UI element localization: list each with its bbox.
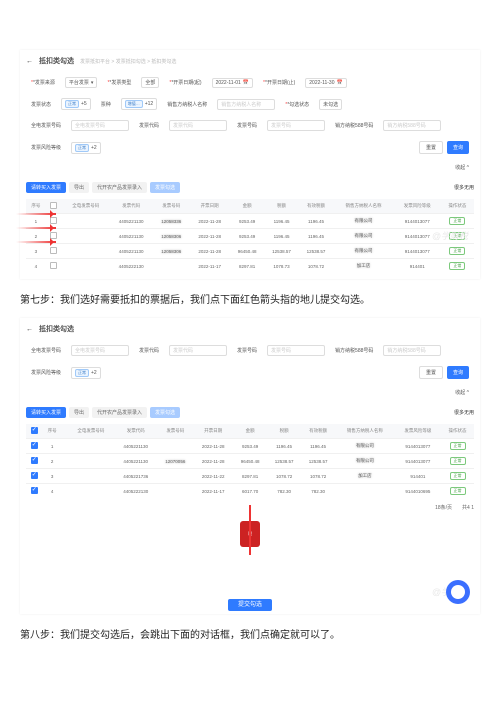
red-arrow-icon [16, 227, 56, 229]
table-row[interactable]: 2 4405221130120700562022-11-2896450.4812… [26, 454, 474, 469]
right-link[interactable]: 很多无用 [454, 184, 474, 191]
back-icon[interactable]: ← [26, 58, 33, 65]
table-row[interactable]: 2 4405221130120583062022-11-289253.49119… [26, 229, 474, 244]
table-row[interactable]: 1 44052211302022-11-289253.491196.451196… [26, 439, 474, 454]
back-icon[interactable]: ← [26, 326, 33, 333]
step7-caption: 第七步：我们选好需要抵扣的票据后，我们点下面红色箭头指的地儿提交勾选。 [20, 291, 480, 306]
tab-import[interactable]: 请转买入发票 [26, 182, 66, 193]
date-start[interactable]: 2022-11-01 📅 [212, 78, 253, 88]
section-title: 抵扣类勾选 [39, 56, 74, 66]
table-row[interactable]: 1 4405221130120583362022-11-289253.49119… [26, 214, 474, 229]
collapse-link[interactable]: 收起 ^ [455, 164, 469, 171]
risk-select[interactable]: 正常+2 [71, 142, 101, 154]
row-checkbox[interactable] [31, 472, 38, 479]
mascot-icon [446, 580, 470, 604]
row-checkbox[interactable] [31, 442, 38, 449]
search-button[interactable]: 查询 [447, 366, 469, 379]
search-button[interactable]: 查询 [447, 141, 469, 154]
reset-button[interactable]: 重置 [419, 141, 443, 154]
table-row[interactable]: 4 44052221302022-11-178297.811078.731078… [26, 259, 474, 274]
row-checkbox[interactable] [50, 247, 57, 254]
elno-input[interactable]: 全电发票号码 [71, 120, 129, 131]
page-size[interactable]: 18条/页 [435, 504, 452, 511]
status-select[interactable]: 正常+5 [61, 98, 91, 110]
invoice-table-checked: 序号 全电发票号码发票代码发票号码开票日期 金额税额有效税额销售方纳税人名称发票… [26, 424, 474, 498]
submit-button[interactable]: 提交勾选 [228, 599, 272, 611]
section-title: 抵扣类勾选 [39, 324, 74, 334]
row-checkbox[interactable] [50, 262, 57, 269]
pager[interactable]: 共4 1 [462, 504, 474, 511]
invoice-table: 序号 全电发票号码发票代码发票号码开票日期 金额税额有效税额销售方纳税人名称发票… [26, 199, 474, 273]
id-input[interactable]: 销方纳税588号码 [383, 120, 441, 131]
code-input[interactable]: 发票代码 [169, 120, 227, 131]
chk-select[interactable]: 未勾选 [319, 99, 342, 110]
step8-caption: 第八步：我们提交勾选后，会跳出下面的对话框，我们点确定就可以了。 [20, 626, 480, 641]
stamp-icon: 税 [240, 521, 260, 547]
checkbox-all[interactable] [50, 202, 57, 209]
checkbox-all[interactable] [31, 427, 38, 434]
tab-check[interactable]: 发票勾选 [150, 182, 180, 193]
watermark: @学财税 [432, 229, 468, 242]
tab-agri[interactable]: 代开农产品发票录入 [92, 407, 147, 418]
date-end[interactable]: 2022-11-30 📅 [305, 78, 346, 88]
table-row[interactable]: 3 4405221130120583062022-11-2896450.4812… [26, 244, 474, 259]
tab-check[interactable]: 发票勾选 [150, 407, 180, 418]
seller-input[interactable]: 销售方纳税人名称 [217, 99, 275, 110]
row-checkbox[interactable] [31, 457, 38, 464]
reset-button[interactable]: 重置 [419, 366, 443, 379]
from-select[interactable]: 平台发票 ▾ [65, 77, 98, 88]
num-input[interactable]: 发票号码 [267, 120, 325, 131]
red-arrow-icon [16, 241, 56, 243]
red-arrow-icon [16, 213, 56, 215]
kind-select[interactable]: 增值…+12 [121, 98, 157, 110]
tab-agri[interactable]: 代开农产品发票录入 [92, 182, 147, 193]
tab-export[interactable]: 导出 [69, 407, 89, 418]
tab-export[interactable]: 导出 [69, 182, 89, 193]
breadcrumb: 发票抵扣平台 > 发票抵扣勾选 > 抵扣类勾选 [80, 58, 176, 65]
table-row[interactable]: 3 44052217362022-11-228297.811078.721078… [26, 469, 474, 484]
type-select[interactable]: 全部 [141, 77, 159, 88]
table-row[interactable]: 4 44052221302022-11-176017.70782.30782.3… [26, 484, 474, 499]
row-checkbox[interactable] [31, 487, 38, 494]
row-checkbox[interactable] [50, 217, 57, 224]
tab-import[interactable]: 请转买入发票 [26, 407, 66, 418]
